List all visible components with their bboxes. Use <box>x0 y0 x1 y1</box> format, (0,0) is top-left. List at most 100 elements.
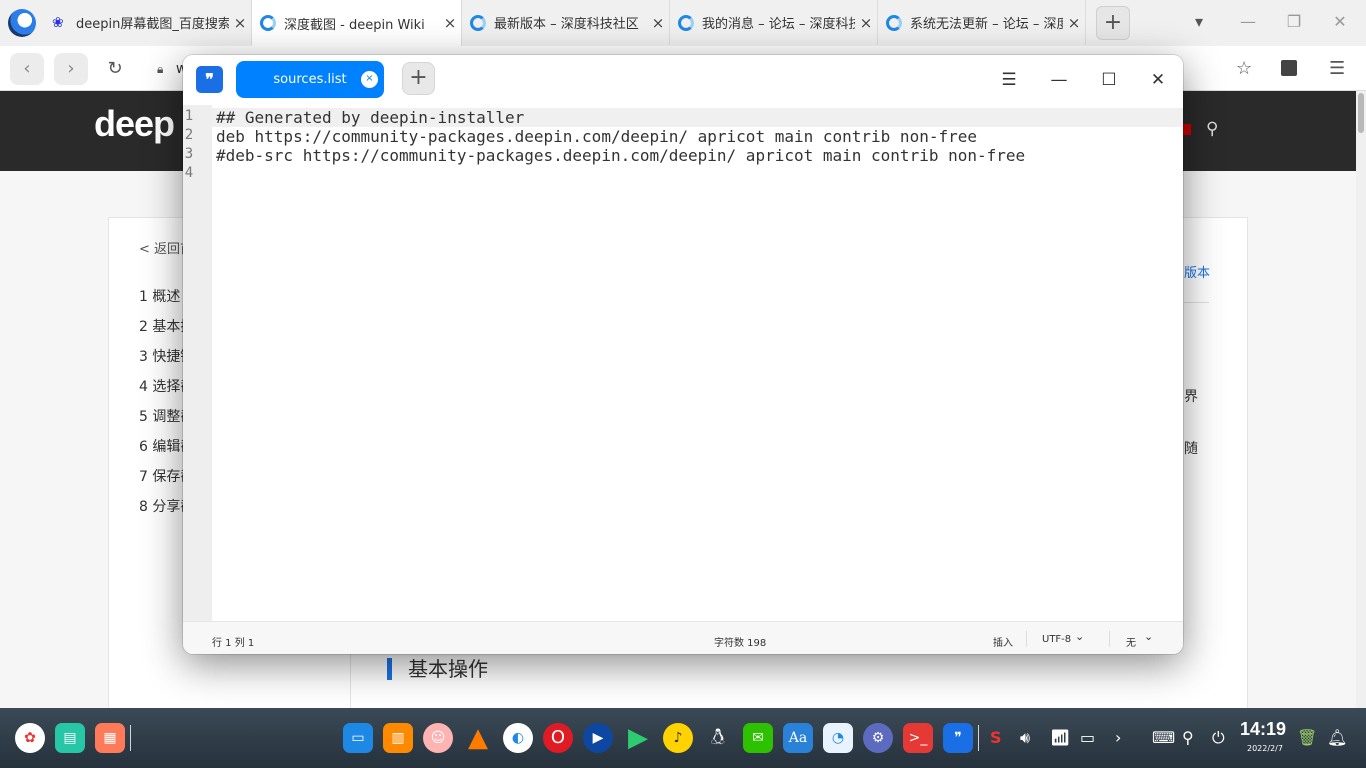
close-window-button[interactable]: ✕ <box>1328 10 1352 34</box>
divider <box>1026 631 1027 647</box>
settings-gear-icon[interactable]: ⚙ <box>863 723 893 753</box>
keyboard-icon[interactable]: ⌨ <box>1152 728 1175 747</box>
browser-menu-icon[interactable]: ☰ <box>1329 58 1345 79</box>
screenshot-icon[interactable]: ◔ <box>823 723 853 753</box>
code-line[interactable]: ## Generated by deepin-installer <box>216 108 524 127</box>
line-number: 3 <box>184 146 194 162</box>
battery-icon[interactable]: ▭ <box>1080 728 1095 747</box>
line-number: 4 <box>184 165 194 181</box>
browser-logo-icon <box>8 9 36 37</box>
divider <box>978 725 979 751</box>
wifi-icon[interactable]: 📶︎ <box>1050 728 1070 747</box>
close-icon[interactable]: × <box>855 14 877 32</box>
input-mode[interactable]: 插入 <box>993 634 1013 649</box>
browser-tab-update[interactable]: 系统无法更新 – 论坛 – 深度 × <box>878 0 1086 45</box>
workspace-icon[interactable]: ▦ <box>95 723 125 753</box>
music-app-icon[interactable]: ☺ <box>423 723 453 753</box>
deepin-swirl-icon <box>470 14 486 31</box>
close-tab-icon[interactable]: × <box>361 71 378 88</box>
file-manager-icon[interactable]: ▭ <box>343 723 373 753</box>
chevron-down-icon[interactable]: ⌄ <box>1075 630 1084 643</box>
chevron-down-icon[interactable]: ⌄ <box>1144 630 1153 643</box>
browser-tab-baidu[interactable]: ❀ deepin屏幕截图_百度搜索 × <box>44 0 252 45</box>
tab-list-dropdown-icon[interactable]: ▾ <box>1187 10 1211 34</box>
deepin-swirl-icon <box>260 15 276 31</box>
wechat-icon[interactable]: ✉ <box>743 723 773 753</box>
new-tab-button[interactable]: + <box>1096 6 1130 40</box>
section-heading: 基本操作 <box>387 658 488 680</box>
divider <box>1184 302 1209 303</box>
dictionary-icon[interactable]: Aa <box>783 723 813 753</box>
bookmark-star-icon[interactable]: ☆ <box>1236 58 1252 79</box>
page-scrollbar[interactable] <box>1356 91 1366 708</box>
text-editor-window: ❞ sources.list × + ☰ — ☐ ✕ 1 2 3 4 ## Ge… <box>183 55 1183 654</box>
lock-icon: 🔒︎ <box>157 62 164 76</box>
close-icon[interactable]: × <box>647 14 669 32</box>
opera-icon[interactable]: O <box>543 723 573 753</box>
browser-tab-strip: ❀ deepin屏幕截图_百度搜索 × 深度截图 - deepin Wiki ×… <box>0 0 1366 46</box>
reload-button[interactable]: ↻ <box>98 53 132 85</box>
text-editor-icon[interactable]: ❞ <box>943 723 973 753</box>
close-icon[interactable]: × <box>229 14 251 32</box>
text-area[interactable]: ## Generated by deepin-installer deb htt… <box>212 105 1183 621</box>
body-text-fragment: 界 <box>1184 389 1198 405</box>
trash-icon[interactable]: 🗑︎ <box>1297 728 1317 747</box>
forward-button[interactable]: › <box>54 53 88 85</box>
baidu-paw-icon: ❀ <box>52 14 64 31</box>
line-number-gutter: 1 2 3 4 <box>183 105 212 621</box>
launcher-icon[interactable]: ✿ <box>15 723 45 753</box>
volume-icon[interactable]: 🔊︎ <box>1020 728 1030 748</box>
search-icon[interactable]: ⚲ <box>1206 119 1218 139</box>
browser-tab-community[interactable]: 最新版本 – 深度科技社区 × <box>462 0 670 45</box>
version-link[interactable]: 版本 <box>1184 262 1210 281</box>
browser-icon[interactable]: ◐ <box>503 723 533 753</box>
editor-minimize-button[interactable]: — <box>1045 66 1073 94</box>
video-player-icon[interactable]: ▶ <box>583 723 613 753</box>
restore-button[interactable]: ❐ <box>1282 10 1306 34</box>
editor-maximize-button[interactable]: ☐ <box>1095 66 1123 94</box>
code-line[interactable]: deb https://community-packages.deepin.co… <box>216 127 977 146</box>
text-editor-app-icon: ❞ <box>196 66 223 93</box>
clock-date[interactable]: 2022/2/7 <box>1247 744 1283 753</box>
deepin-swirl-icon <box>678 14 694 31</box>
site-logo[interactable]: deep <box>94 103 175 145</box>
notification-bell-icon[interactable]: 🔔︎ <box>1327 728 1347 747</box>
editor-titlebar: ❞ sources.list × + ☰ — ☐ ✕ <box>183 55 1183 105</box>
clock-time[interactable]: 14:19 <box>1240 719 1286 740</box>
tray-expand-icon[interactable]: › <box>1115 728 1121 747</box>
file-tab-sources-list[interactable]: sources.list × <box>236 61 384 98</box>
app-store-icon[interactable]: ▥ <box>383 723 413 753</box>
encoding-select[interactable]: UTF-8 <box>1042 634 1071 645</box>
search-icon[interactable]: ⚲ <box>1182 728 1194 747</box>
toc-item[interactable]: 1 概述 <box>139 286 180 306</box>
code-line[interactable]: #deb-src https://community-packages.deep… <box>216 146 1025 165</box>
page-scrollbar-thumb[interactable] <box>1358 93 1364 133</box>
terminal-icon[interactable]: >_ <box>903 723 933 753</box>
cursor-position: 行 1 列 1 <box>212 638 255 649</box>
sogou-input-icon[interactable]: S <box>990 728 1002 747</box>
editor-statusbar: 行 1 列 1 字符数 198 插入 UTF-8 ⌄ 无 ⌄ <box>183 621 1183 654</box>
back-button[interactable]: ‹ <box>10 53 44 85</box>
notification-dot <box>1182 124 1191 135</box>
extension-icon[interactable] <box>1281 60 1297 76</box>
qq-icon[interactable]: 🐧︎ <box>703 723 733 753</box>
browser-tab-wiki[interactable]: 深度截图 - deepin Wiki × <box>252 0 462 46</box>
minimize-button[interactable]: — <box>1236 10 1260 34</box>
editor-menu-button[interactable]: ☰ <box>995 66 1023 94</box>
vlc-icon[interactable]: ▲ <box>463 723 493 753</box>
editor-close-button[interactable]: ✕ <box>1144 66 1172 94</box>
qq-music-icon[interactable]: ♪ <box>663 723 693 753</box>
close-icon[interactable]: × <box>1063 14 1085 32</box>
line-number: 2 <box>184 127 194 143</box>
power-icon[interactable]: ⏻ <box>1212 728 1225 748</box>
browser-tab-messages[interactable]: 我的消息 – 论坛 – 深度科技 × <box>670 0 878 45</box>
deepin-swirl-icon <box>886 14 902 31</box>
close-icon[interactable]: × <box>439 14 461 32</box>
add-tab-button[interactable]: + <box>402 62 435 95</box>
highlight-select[interactable]: 无 <box>1126 634 1136 649</box>
line-number: 1 <box>184 108 194 124</box>
taskbar-dock: ✿ ▤ ▦ ▭ ▥ ☺ ▲ ◐ O ▶ ▶ ♪ 🐧︎ ✉ Aa ◔ ⚙ >_ ❞… <box>0 708 1366 768</box>
media-player-icon[interactable]: ▶ <box>623 723 653 753</box>
file-tab-label: sources.list <box>273 72 347 87</box>
multitask-view-icon[interactable]: ▤ <box>55 723 85 753</box>
